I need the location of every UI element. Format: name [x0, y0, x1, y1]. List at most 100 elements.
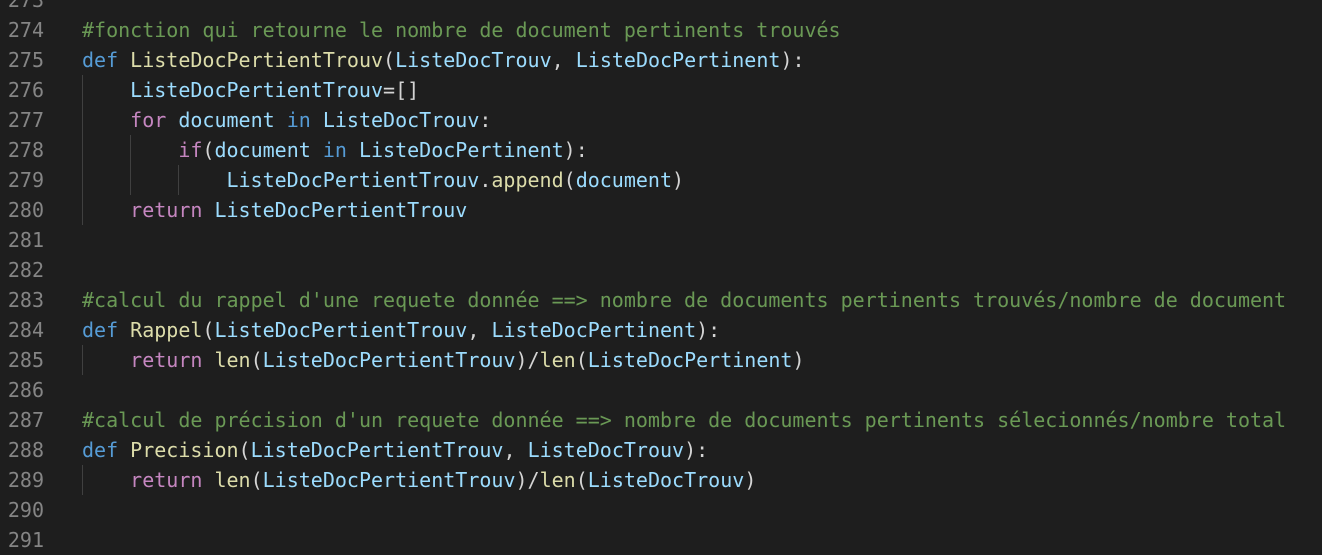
code-line[interactable]: 273 — [0, 0, 1322, 15]
code-text: return len(ListeDocPertientTrouv)/len(Li… — [130, 465, 756, 495]
code-token: in — [322, 138, 359, 162]
line-number: 283 — [7, 288, 44, 312]
code-line[interactable]: 283 #calcul du rappel d'une requete donné… — [0, 285, 1322, 315]
code-token: ListeDocPertientTrouv — [214, 318, 468, 342]
code-line[interactable]: 284 def Rappel(ListeDocPertientTrouv, Lis… — [0, 315, 1322, 345]
code-token: def — [82, 48, 131, 72]
code-line[interactable]: 279 ListeDocPertientTrouv.append(document… — [0, 165, 1322, 195]
code-token: ): — [696, 318, 721, 342]
line-number: 280 — [7, 198, 44, 222]
code-line[interactable]: 290 — [0, 495, 1322, 525]
code-token: ) — [792, 348, 805, 372]
code-line[interactable]: 278 if(document in ListeDocPertinent): — [0, 135, 1322, 165]
code-token: len — [539, 468, 576, 492]
code-token: , — [551, 48, 576, 72]
indent-guide — [82, 75, 83, 105]
code-token: ListeDocPertientTrouv — [226, 168, 480, 192]
code-token: ): — [563, 138, 588, 162]
indent-guide — [178, 165, 180, 195]
code-text: return ListeDocPertientTrouv — [130, 195, 467, 225]
code-token: return — [130, 348, 215, 372]
code-text: ListeDocPertientTrouv.append(document) — [226, 165, 684, 195]
code-line[interactable]: 289 return len(ListeDocPertientTrouv)/len… — [0, 465, 1322, 495]
code-token: document — [575, 168, 673, 192]
code-token: ( — [238, 438, 251, 462]
code-text: if(document in ListeDocPertinent): — [178, 135, 587, 165]
code-token: return — [130, 198, 215, 222]
code-token: Rappel — [130, 318, 203, 342]
code-editor[interactable]: 273 274 #fonction qui retourne le nombre d… — [0, 0, 1322, 555]
code-token: ListeDocPertientTrouv — [262, 348, 516, 372]
line-number: 281 — [7, 228, 44, 252]
code-token: ListeDocPertientTrouv — [262, 468, 516, 492]
indent-guide — [130, 165, 132, 195]
code-line[interactable]: 274 #fonction qui retourne le nombre de d… — [0, 15, 1322, 45]
code-text: #fonction qui retourne le nombre de docu… — [82, 15, 841, 45]
code-token: #calcul du rappel d'une requete donnée =… — [82, 288, 1287, 312]
code-token: ListeDocTrouv — [527, 438, 685, 462]
code-token: len — [214, 468, 251, 492]
code-token: ListeDocPertientTrouv — [250, 438, 504, 462]
code-token: ( — [202, 138, 215, 162]
code-line[interactable]: 286 — [0, 375, 1322, 405]
code-line[interactable]: 275 def ListeDocPertientTrouv(ListeDocTro… — [0, 45, 1322, 75]
code-token: ( — [563, 168, 576, 192]
code-token: ( — [250, 468, 263, 492]
line-number: 282 — [7, 258, 44, 282]
code-token: : — [479, 108, 492, 132]
code-line[interactable]: 277 for document in ListeDocTrouv: — [0, 105, 1322, 135]
code-text: ListeDocPertientTrouv=[] — [130, 75, 419, 105]
code-token: . — [479, 168, 492, 192]
code-token: , — [467, 318, 492, 342]
code-token: ListeDocTrouv — [587, 468, 745, 492]
code-token: ( — [383, 48, 396, 72]
indent-guide — [82, 195, 83, 225]
code-token: ( — [575, 348, 588, 372]
code-line[interactable]: 276 ListeDocPertientTrouv=[] — [0, 75, 1322, 105]
code-token: ListeDocPertinent — [358, 138, 564, 162]
code-token: len — [539, 348, 576, 372]
code-token: ): — [684, 438, 709, 462]
code-token: document — [214, 138, 323, 162]
code-token: in — [286, 108, 323, 132]
code-text: return len(ListeDocPertientTrouv)/len(Li… — [130, 345, 804, 375]
line-number: 279 — [7, 168, 44, 192]
code-text: def Precision(ListeDocPertientTrouv, Lis… — [82, 435, 708, 465]
indent-guide — [82, 135, 83, 165]
code-line[interactable]: 280 return ListeDocPertientTrouv — [0, 195, 1322, 225]
code-token: ListeDocTrouv — [395, 48, 552, 72]
line-number: 287 — [7, 408, 44, 432]
line-number: 291 — [7, 528, 44, 552]
code-token: ) — [744, 468, 757, 492]
code-line[interactable]: 282 — [0, 255, 1322, 285]
code-token: ListeDocPertientTrouv — [130, 78, 384, 102]
code-token: ( — [250, 348, 263, 372]
code-text: def ListeDocPertientTrouv(ListeDocTrouv,… — [82, 45, 805, 75]
code-line[interactable]: 288 def Precision(ListeDocPertientTrouv, … — [0, 435, 1322, 465]
code-token: if — [178, 138, 203, 162]
code-line[interactable]: 287 #calcul de précision d'un requete don… — [0, 405, 1322, 435]
line-number: 284 — [7, 318, 44, 342]
code-line[interactable]: 281 — [0, 225, 1322, 255]
code-token: append — [491, 168, 564, 192]
line-number: 288 — [7, 438, 44, 462]
code-token: #fonction qui retourne le nombre de docu… — [82, 18, 841, 42]
line-number: 274 — [7, 18, 44, 42]
code-token: ListeDocPertinent — [575, 48, 781, 72]
code-line[interactable]: 285 return len(ListeDocPertientTrouv)/len… — [0, 345, 1322, 375]
line-number: 276 — [7, 78, 44, 102]
line-number: 273 — [7, 0, 44, 12]
code-token: )/ — [515, 468, 540, 492]
code-token: ): — [780, 48, 805, 72]
code-token: ( — [202, 318, 215, 342]
indent-guide — [82, 105, 83, 135]
code-token: def — [82, 438, 131, 462]
code-text: for document in ListeDocTrouv: — [130, 105, 491, 135]
code-text: #calcul du rappel d'une requete donnée =… — [82, 285, 1286, 315]
code-token: def — [82, 318, 131, 342]
code-token: ListeDocPertientTrouv — [130, 48, 384, 72]
line-number: 285 — [7, 348, 44, 372]
code-line[interactable]: 291 — [0, 525, 1322, 555]
indent-guide — [130, 135, 132, 165]
code-token: for — [130, 108, 179, 132]
